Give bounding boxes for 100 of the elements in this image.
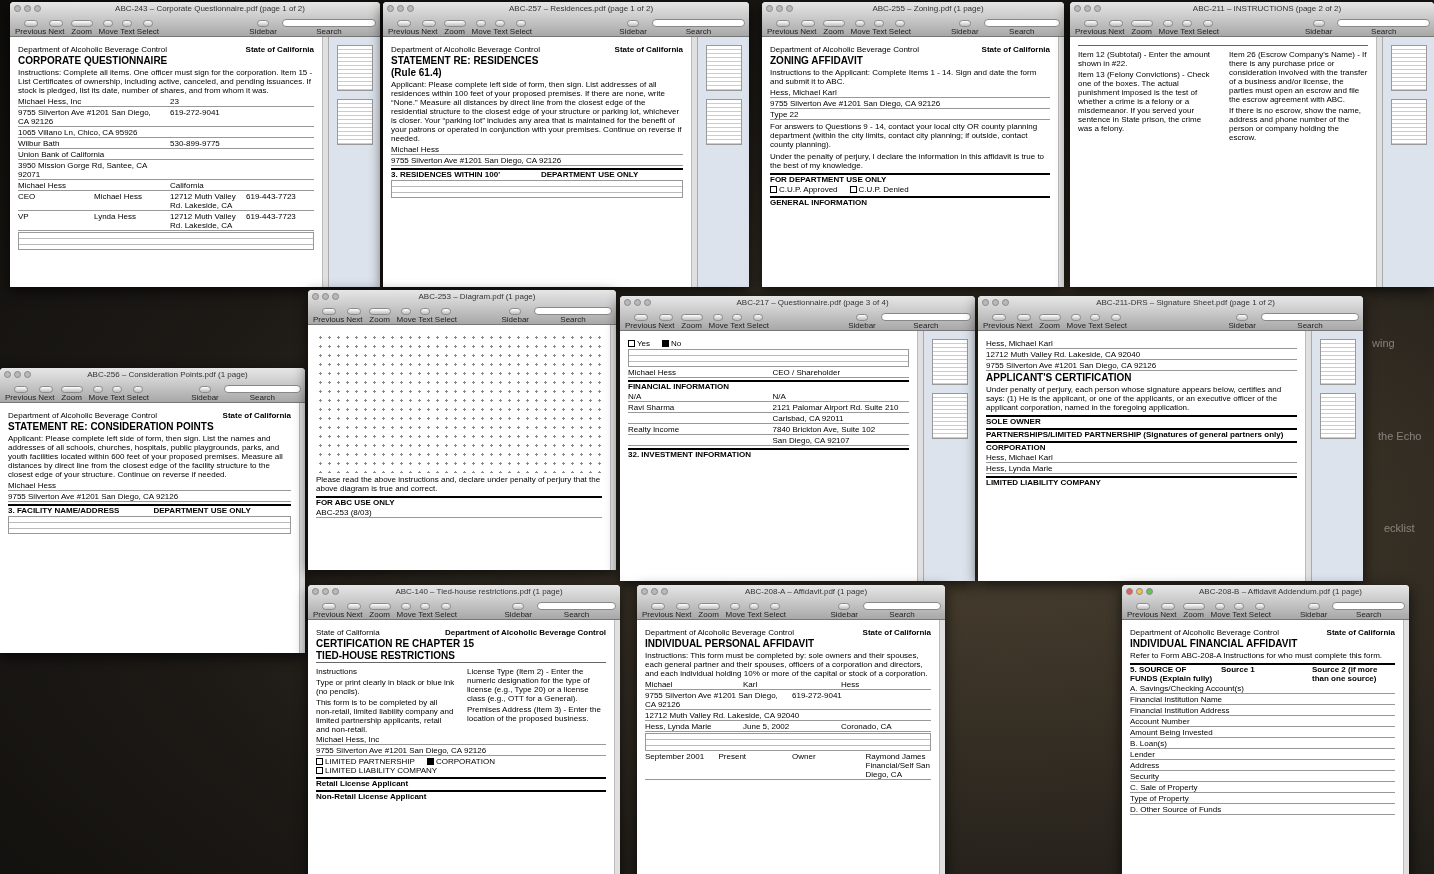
search-field[interactable] xyxy=(536,602,616,610)
toolbar-button[interactable]: Select xyxy=(1247,603,1273,619)
search-field[interactable] xyxy=(983,19,1060,27)
zoom-button[interactable] xyxy=(644,299,651,306)
close-button[interactable] xyxy=(312,293,319,300)
toolbar-button[interactable]: Move xyxy=(849,20,872,36)
scroll-bar[interactable] xyxy=(691,37,697,287)
toolbar-button[interactable]: Text xyxy=(1087,314,1104,330)
toolbar-button[interactable]: Move xyxy=(97,20,120,36)
toolbar-button[interactable]: Next xyxy=(1107,20,1126,36)
toolbar-button[interactable]: Select xyxy=(125,386,151,402)
zoom-button[interactable] xyxy=(34,5,41,12)
toolbar-button[interactable]: Move xyxy=(707,314,730,330)
toolbar-button[interactable]: Sidebar xyxy=(950,20,980,36)
close-button[interactable] xyxy=(1126,588,1133,595)
toolbar-button[interactable]: Next xyxy=(420,20,439,36)
toolbar-button[interactable]: Zoom xyxy=(1181,603,1206,619)
toolbar-button[interactable]: Text xyxy=(492,20,509,36)
toolbar-button[interactable]: Next xyxy=(657,314,676,330)
toolbar-button[interactable]: Move xyxy=(395,603,418,619)
scroll-bar[interactable] xyxy=(610,325,616,570)
toolbar-button[interactable]: Zoom xyxy=(1129,20,1154,36)
page-thumbnail[interactable] xyxy=(931,339,968,385)
scroll-bar[interactable] xyxy=(1403,620,1409,874)
toolbar-button[interactable]: Zoom xyxy=(821,20,846,36)
toolbar-button[interactable]: Sidebar xyxy=(1303,20,1334,36)
toolbar-button[interactable]: Previous xyxy=(312,603,346,619)
search-field[interactable] xyxy=(1332,602,1405,610)
toolbar-button[interactable]: Move xyxy=(1209,603,1232,619)
scroll-bar[interactable] xyxy=(917,331,923,581)
toolbar-button[interactable]: Sidebar xyxy=(500,308,530,324)
toolbar-button[interactable]: Zoom xyxy=(442,20,467,36)
desktop-icon-label[interactable]: wing xyxy=(1372,335,1395,352)
toolbar-button[interactable]: Move xyxy=(470,20,493,36)
scroll-bar[interactable] xyxy=(1058,37,1064,287)
minimize-button[interactable] xyxy=(992,299,999,306)
close-button[interactable] xyxy=(387,5,394,12)
toolbar-button[interactable]: Text xyxy=(1231,603,1248,619)
toolbar-button[interactable]: Select xyxy=(1195,20,1221,36)
toolbar-button[interactable]: Select xyxy=(887,20,913,36)
scroll-bar[interactable] xyxy=(939,620,945,874)
minimize-button[interactable] xyxy=(776,5,783,12)
toolbar-button[interactable]: Select xyxy=(1103,314,1129,330)
page-thumbnail[interactable] xyxy=(1390,99,1427,145)
toolbar-button[interactable]: Sidebar xyxy=(190,386,220,402)
toolbar-button[interactable]: Next xyxy=(799,20,818,36)
toolbar-button[interactable]: Previous xyxy=(641,603,675,619)
toolbar-button[interactable]: Zoom xyxy=(679,314,704,330)
close-button[interactable] xyxy=(641,588,648,595)
minimize-button[interactable] xyxy=(634,299,641,306)
toolbar-button[interactable]: Zoom xyxy=(696,603,721,619)
search-field[interactable] xyxy=(281,19,376,27)
page-thumbnail[interactable] xyxy=(705,45,742,91)
minimize-button[interactable] xyxy=(1084,5,1091,12)
zoom-button[interactable] xyxy=(1146,588,1153,595)
toolbar-button[interactable]: Zoom xyxy=(1037,314,1062,330)
search-field[interactable] xyxy=(863,602,941,610)
close-button[interactable] xyxy=(1074,5,1081,12)
close-button[interactable] xyxy=(14,5,21,12)
scroll-bar[interactable] xyxy=(1376,37,1382,287)
minimize-button[interactable] xyxy=(322,588,329,595)
minimize-button[interactable] xyxy=(397,5,404,12)
page-thumbnail[interactable] xyxy=(931,393,968,439)
close-button[interactable] xyxy=(982,299,989,306)
toolbar-button[interactable]: Previous xyxy=(1074,20,1108,36)
search-field[interactable] xyxy=(1261,313,1359,321)
zoom-button[interactable] xyxy=(1094,5,1101,12)
toolbar-button[interactable]: Text xyxy=(119,20,136,36)
zoom-button[interactable] xyxy=(332,588,339,595)
toolbar-button[interactable]: Sidebar xyxy=(847,314,877,330)
toolbar-button[interactable]: Select xyxy=(135,20,161,36)
page-thumbnail[interactable] xyxy=(336,99,373,145)
desktop-icon-label[interactable]: ecklist xyxy=(1384,520,1415,537)
zoom-button[interactable] xyxy=(661,588,668,595)
toolbar-button[interactable]: Select xyxy=(762,603,788,619)
toolbar-button[interactable]: Previous xyxy=(14,20,48,36)
toolbar-button[interactable]: Next xyxy=(345,308,364,324)
toolbar-button[interactable]: Previous xyxy=(4,386,38,402)
toolbar-button[interactable]: Zoom xyxy=(59,386,84,402)
toolbar-button[interactable]: Next xyxy=(1015,314,1034,330)
toolbar-button[interactable]: Previous xyxy=(982,314,1016,330)
toolbar-button[interactable]: Sidebar xyxy=(1227,314,1257,330)
zoom-button[interactable] xyxy=(332,293,339,300)
search-field[interactable] xyxy=(651,19,745,27)
toolbar-button[interactable]: Next xyxy=(674,603,693,619)
search-field[interactable] xyxy=(534,307,612,315)
toolbar-button[interactable]: Next xyxy=(47,20,66,36)
desktop-icon-label[interactable]: the Echo xyxy=(1378,428,1422,445)
zoom-button[interactable] xyxy=(24,371,31,378)
toolbar-button[interactable]: Previous xyxy=(1126,603,1160,619)
page-thumbnail[interactable] xyxy=(1319,339,1356,385)
page-thumbnail[interactable] xyxy=(705,99,742,145)
toolbar-button[interactable]: Move xyxy=(1157,20,1180,36)
toolbar-button[interactable]: Select xyxy=(508,20,534,36)
minimize-button[interactable] xyxy=(1136,588,1143,595)
toolbar-button[interactable]: Next xyxy=(345,603,364,619)
minimize-button[interactable] xyxy=(14,371,21,378)
toolbar-button[interactable]: Text xyxy=(417,603,434,619)
close-button[interactable] xyxy=(4,371,11,378)
toolbar-button[interactable]: Text xyxy=(729,314,746,330)
